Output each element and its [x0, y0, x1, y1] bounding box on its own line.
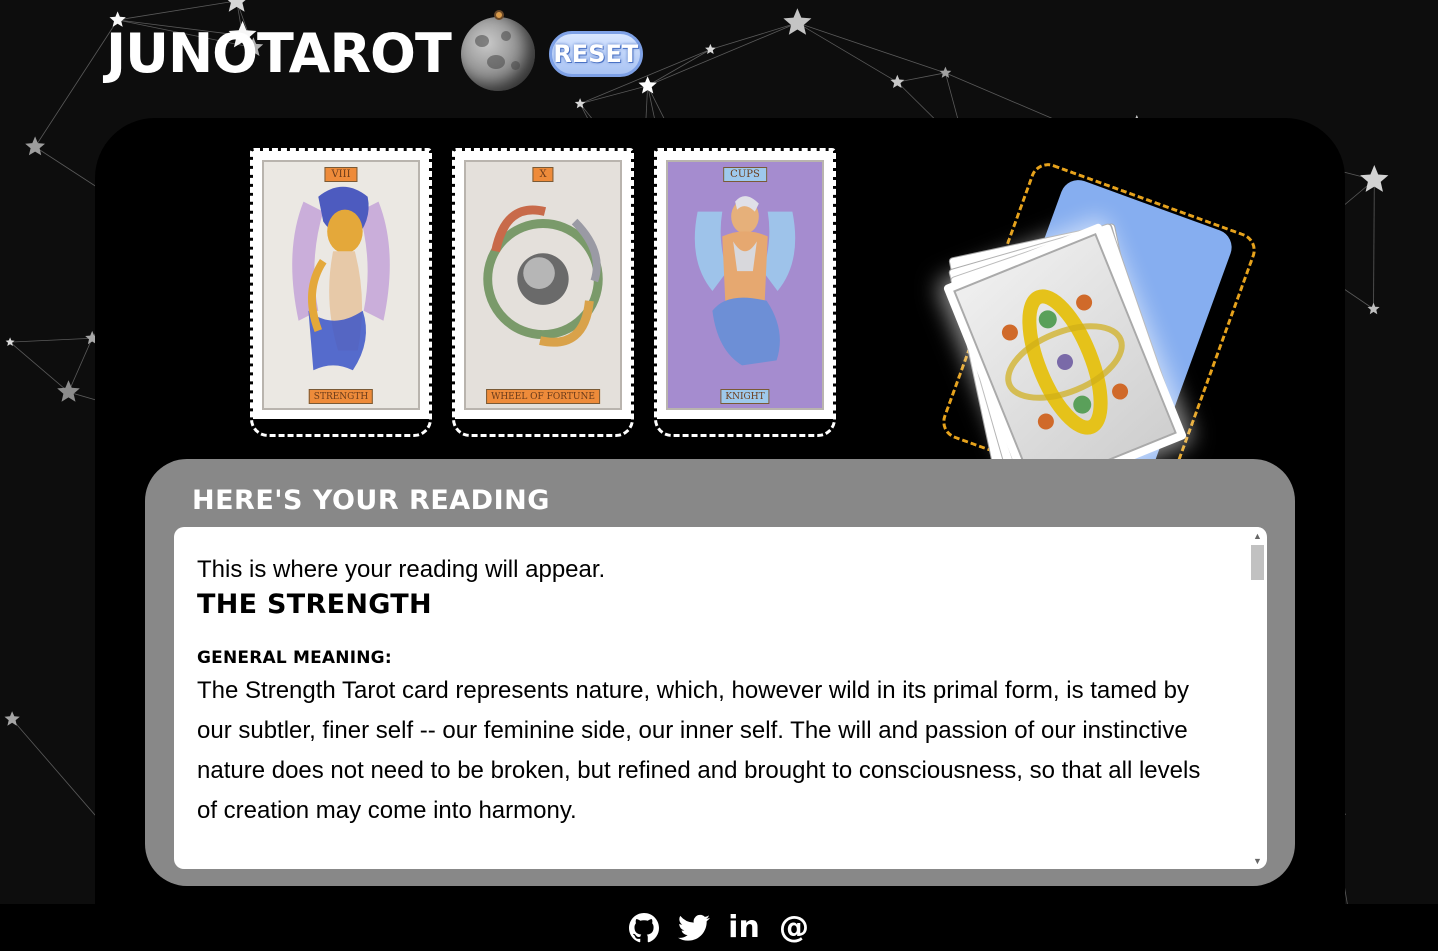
card-slot-2[interactable]: X WHEEL OF FORTUNE: [452, 148, 634, 437]
strength-card-art: [264, 162, 418, 408]
tarot-deck[interactable]: [937, 158, 1261, 514]
card-face: X WHEEL OF FORTUNE: [464, 160, 622, 410]
logo-text: JUNOTAROT: [106, 22, 452, 85]
scroll-up-icon[interactable]: ▲: [1249, 527, 1266, 544]
scroll-thumb[interactable]: [1251, 545, 1264, 580]
scroll-down-icon[interactable]: ▼: [1249, 852, 1266, 869]
reading-text-area: This is where your reading will appear. …: [174, 527, 1267, 831]
reading-card-title: THE STRENGTH: [197, 589, 432, 620]
wheel-card-art: [466, 162, 620, 408]
email-icon[interactable]: @: [778, 912, 810, 944]
twitter-icon[interactable]: [678, 912, 710, 944]
card-name: WHEEL OF FORTUNE: [486, 389, 600, 404]
card-slot-3[interactable]: CUPS KNIGHT: [654, 148, 836, 437]
footer: in @: [0, 904, 1438, 951]
tarot-card-knight-of-cups[interactable]: CUPS KNIGHT: [657, 151, 833, 419]
reading-title: HERE'S YOUR READING: [192, 485, 550, 516]
reading-panel: HERE'S YOUR READING This is where your r…: [145, 459, 1295, 886]
general-meaning-label: GENERAL MEANING:: [197, 648, 392, 668]
reading-scrollbar[interactable]: ▲ ▼: [1249, 527, 1266, 869]
card-name: STRENGTH: [308, 389, 374, 404]
reading-content-box[interactable]: This is where your reading will appear. …: [174, 527, 1267, 869]
card-number: X: [532, 167, 554, 182]
header: JUNOTAROT RESET: [106, 10, 643, 94]
card-face: VIII STRENGTH: [262, 160, 420, 410]
card-number: CUPS: [723, 167, 767, 182]
github-icon[interactable]: [628, 912, 660, 944]
reading-intro: This is where your reading will appear.: [197, 556, 606, 583]
tarot-card-wheel-of-fortune[interactable]: X WHEEL OF FORTUNE: [455, 151, 631, 419]
card-face: CUPS KNIGHT: [666, 160, 824, 410]
general-meaning-text: The Strength Tarot card represents natur…: [197, 677, 1201, 824]
card-name: KNIGHT: [720, 389, 770, 404]
linkedin-icon[interactable]: in: [728, 912, 760, 944]
card-slot-1[interactable]: VIII STRENGTH: [250, 148, 432, 437]
reset-button[interactable]: RESET: [548, 31, 643, 77]
card-number: VIII: [324, 167, 358, 182]
moon-icon: [460, 10, 535, 91]
knight-card-art: [668, 162, 822, 408]
tarot-card-strength[interactable]: VIII STRENGTH: [253, 151, 429, 419]
